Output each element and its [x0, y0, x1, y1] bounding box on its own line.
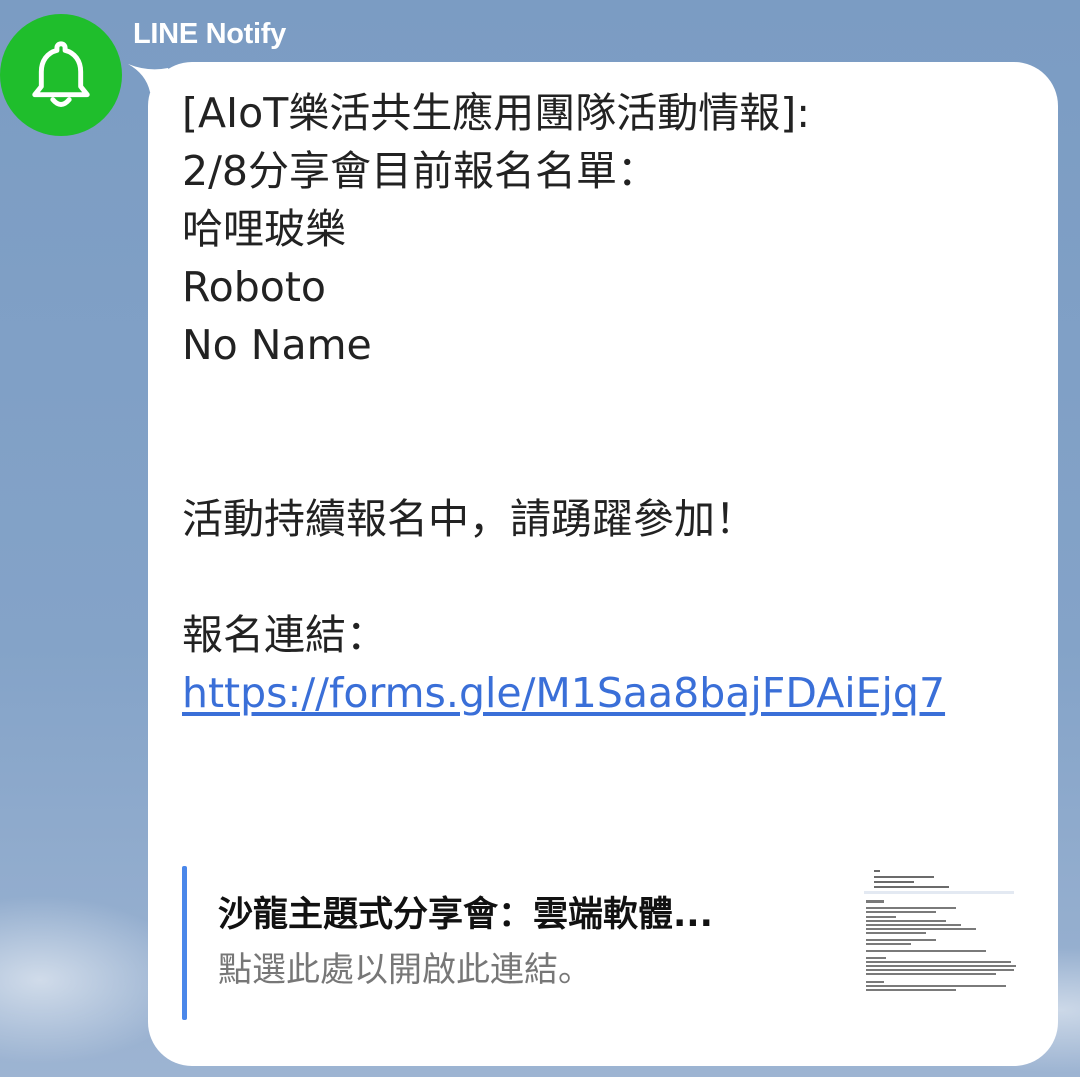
link-preview-thumbnail[interactable] [854, 864, 1024, 1022]
message-heading: [AIoT樂活共生應用團隊活動情報]: [182, 89, 811, 137]
message-text: [AIoT樂活共生應用團隊活動情報]: 2/8分享會目前報名名單： 哈哩玻樂 R… [182, 84, 1042, 722]
link-label: 報名連結： [182, 611, 387, 659]
attendee-item: No Name [182, 321, 372, 369]
document-thumbnail-icon [854, 864, 1024, 1022]
sender-name: LINE Notify [133, 18, 286, 50]
sender-avatar[interactable] [0, 14, 122, 136]
link-preview-card[interactable]: 沙龍主題式分享會：雲端軟體... 點選此處以開啟此連結。 [182, 864, 1028, 1022]
bell-icon [32, 41, 90, 107]
registration-link[interactable]: https://forms.gle/M1Saa8bajFDAiEjq7 [182, 664, 1042, 722]
link-preview-accent-bar [182, 866, 187, 1020]
status-text: 活動持續報名中，請踴躍參加！ [182, 495, 756, 543]
attendee-item: 哈哩玻樂 [182, 205, 346, 253]
attendee-item: Roboto [182, 263, 327, 311]
link-preview-title[interactable]: 沙龍主題式分享會：雲端軟體... [218, 886, 828, 937]
link-preview-subtitle[interactable]: 點選此處以開啟此連結。 [218, 942, 592, 991]
message-subheading: 2/8分享會目前報名名單： [182, 147, 658, 195]
